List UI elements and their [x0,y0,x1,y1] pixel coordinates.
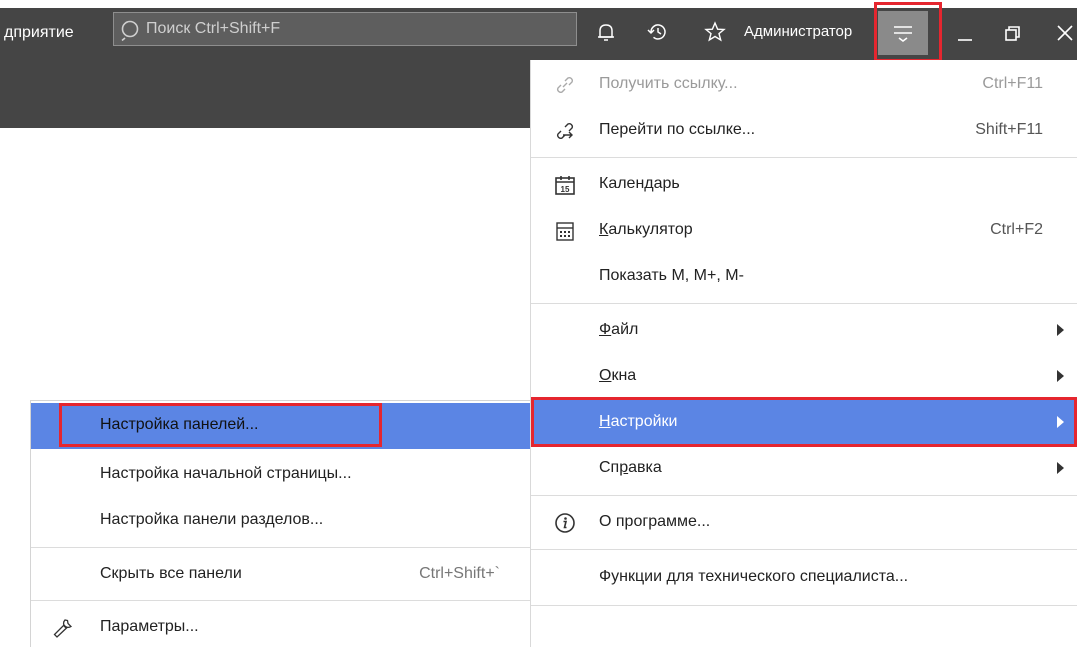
menu-item-calendar[interactable]: 15 Календарь [531,162,1077,208]
submenu-item-panel-settings[interactable]: Настройка панелей... [31,403,530,449]
submenu-item-hide-all-panels[interactable]: Скрыть все панели Ctrl+Shift+` [31,552,530,598]
info-icon [555,513,575,533]
calendar-icon: 15 [555,176,575,195]
submenu-item-label: Настройка начальной страницы... [100,465,352,482]
submenu-item-sections-panel-settings[interactable]: Настройка панели разделов... [31,498,530,544]
menu-separator [531,495,1077,496]
close-icon[interactable] [1050,18,1077,48]
submenu-item-label: Настройка панели разделов... [100,511,324,528]
calculator-icon [556,222,574,241]
user-name[interactable]: Администратор [744,23,852,40]
submenu-item-label: Настройка панелей... [100,416,259,433]
menu-item-label: Окна [599,367,637,384]
menu-item-label: Калькулятор [599,221,693,238]
minimize-icon[interactable] [950,18,980,48]
menu-item-label: Получить ссылку... [599,75,738,92]
bell-icon[interactable] [594,20,618,44]
menu-item-label: Перейти по ссылке... [599,121,756,138]
menu-item-label: Показать M, M+, M- [599,267,744,284]
menu-item-label: Функции для технического специалиста... [599,568,909,585]
submenu-arrow-icon [1057,370,1064,382]
submenu-arrow-icon [1057,416,1064,428]
panel-area [0,60,530,128]
menu-separator [531,549,1077,550]
menu-item-settings[interactable]: Настройки [531,400,1077,446]
main-menu: Получить ссылку... Ctrl+F11 Перейти по с… [530,60,1077,647]
menu-item-get-link[interactable]: Получить ссылку... Ctrl+F11 [531,62,1077,108]
menu-item-go-to-link[interactable]: Перейти по ссылке... Shift+F11 [531,108,1077,154]
menu-item-label: О программе... [599,513,711,530]
goto-link-icon [557,123,573,139]
menu-item-label: Справка [599,459,662,476]
menu-separator [531,157,1077,158]
menu-item-calculator[interactable]: Калькулятор Ctrl+F2 [531,208,1077,254]
menu-separator [531,303,1077,304]
menu-separator [31,547,530,548]
submenu-item-home-page-settings[interactable]: Настройка начальной страницы... [31,452,530,498]
wrench-icon [53,619,73,638]
menu-item-label: Календарь [599,175,680,192]
history-icon[interactable] [646,20,670,44]
menu-item-label: Настройки [599,413,678,430]
menu-item-help[interactable]: Справка [531,446,1077,492]
submenu-item-shortcut: Ctrl+Shift+` [419,565,500,582]
search-input[interactable] [146,13,566,45]
submenu-item-parameters[interactable]: Параметры... [31,605,530,651]
link-icon [557,77,573,93]
search-icon [121,20,139,41]
menu-item-shortcut: Shift+F11 [975,121,1043,138]
submenu-item-label: Параметры... [100,618,199,635]
main-menu-button[interactable] [878,11,928,55]
calendar-icon-day: 15 [561,185,570,194]
star-icon[interactable] [703,20,727,44]
menu-item-windows[interactable]: Окна [531,354,1077,400]
menu-item-about[interactable]: О программе... [531,500,1077,546]
hamburger-menu-icon [894,26,912,42]
menu-item-show-memory[interactable]: Показать M, M+, M- [531,254,1077,300]
submenu-arrow-icon [1057,324,1064,336]
top-bar: дприятие Администратор [0,2,1077,62]
menu-separator [531,605,1077,606]
search-box[interactable] [113,12,577,46]
menu-item-shortcut: Ctrl+F2 [990,221,1043,238]
settings-submenu: Настройка панелей... Настройка начальной… [30,400,530,647]
menu-item-tech-functions[interactable]: Функции для технического специалиста... [531,555,1077,601]
restore-icon[interactable] [997,18,1027,48]
menu-item-file[interactable]: Файл [531,308,1077,354]
app-title: дприятие [4,24,74,41]
submenu-item-label: Скрыть все панели [100,565,242,582]
menu-item-label: Файл [599,321,639,338]
menu-separator [31,600,530,601]
submenu-arrow-icon [1057,462,1064,474]
menu-item-shortcut: Ctrl+F11 [982,75,1043,92]
